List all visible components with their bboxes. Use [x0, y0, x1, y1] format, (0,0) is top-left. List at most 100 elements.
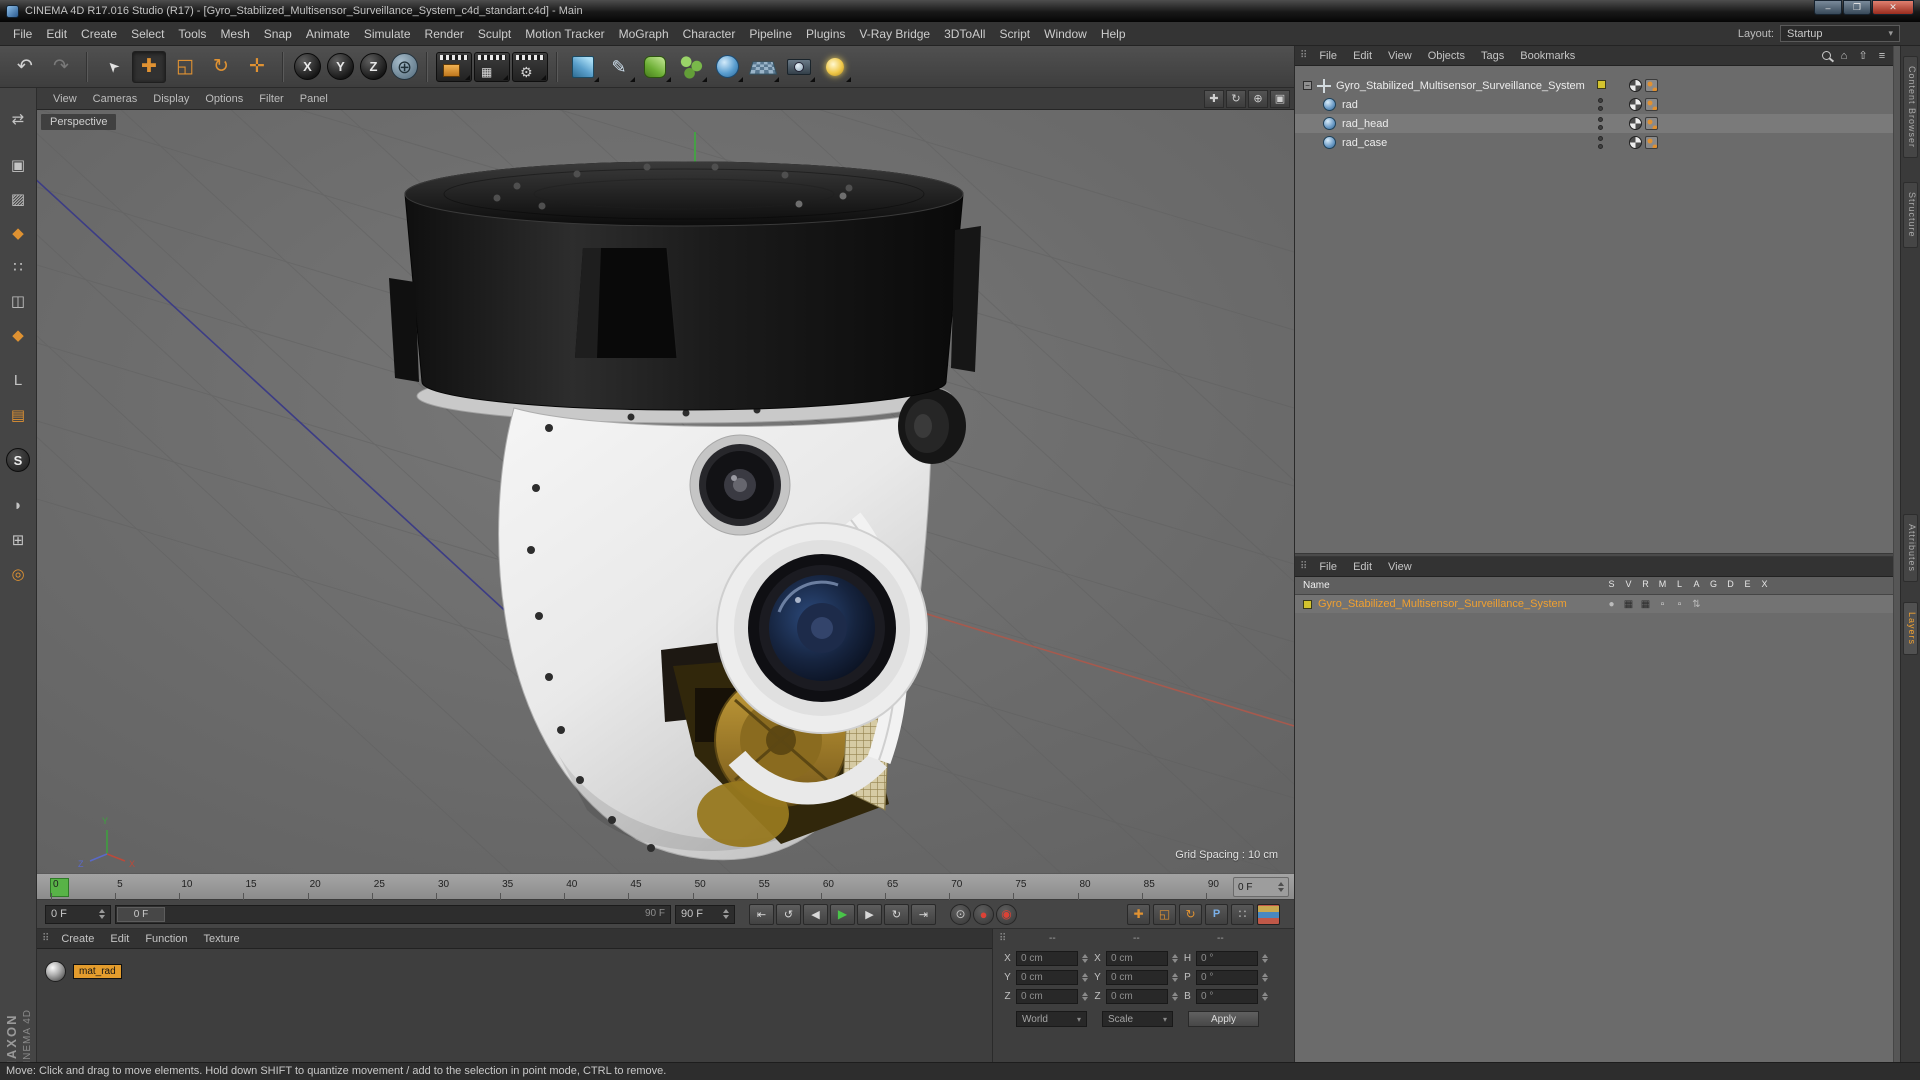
menu-item[interactable]: Edit: [39, 24, 74, 44]
panel-drag-handle[interactable]: ⠿: [1300, 561, 1307, 572]
rot-p-field[interactable]: 0 °: [1196, 970, 1258, 985]
object-row[interactable]: rad_case: [1295, 133, 1893, 152]
points-mode-icon[interactable]: ∷: [3, 254, 33, 279]
layer-lock-toggle[interactable]: ▫: [1671, 599, 1688, 610]
light-icon[interactable]: [818, 51, 852, 83]
paint-icon[interactable]: ◗: [3, 493, 33, 518]
menu-item[interactable]: Window: [1037, 24, 1094, 44]
layer-name[interactable]: Gyro_Stabilized_Multisensor_Surveillance…: [1318, 598, 1567, 610]
viewport-menu-item[interactable]: Cameras: [85, 91, 146, 107]
object-manager-menu-item[interactable]: Tags: [1473, 48, 1512, 64]
display-tag-icon[interactable]: [1645, 136, 1658, 149]
key-rotation-toggle[interactable]: ↻: [1179, 903, 1202, 925]
display-tag-icon[interactable]: [1645, 98, 1658, 111]
array-icon[interactable]: [674, 51, 708, 83]
workplane-mode-icon[interactable]: ◆: [3, 220, 33, 245]
rotate-tool-icon[interactable]: ↻: [204, 51, 238, 83]
play-button[interactable]: ▶: [830, 903, 855, 925]
texture-tag-icon[interactable]: [1629, 79, 1642, 92]
x-axis-lock[interactable]: X: [294, 53, 321, 80]
menu-item[interactable]: Create: [74, 24, 124, 44]
goto-end-button[interactable]: ⇥: [911, 903, 936, 925]
visibility-dots[interactable]: [1598, 98, 1603, 111]
panel-drag-handle[interactable]: ⠿: [42, 933, 49, 944]
solo-mode-icon[interactable]: S: [6, 448, 30, 472]
key-scale-toggle[interactable]: ◱: [1153, 903, 1176, 925]
search-icon[interactable]: [1822, 51, 1831, 60]
materials-menu-item[interactable]: Texture: [196, 931, 248, 947]
material-preview-sphere[interactable]: [45, 961, 66, 982]
menu-item[interactable]: Snap: [257, 24, 299, 44]
menu-item[interactable]: Render: [418, 24, 471, 44]
menu-item[interactable]: Simulate: [357, 24, 418, 44]
key-position-toggle[interactable]: ✚: [1127, 903, 1150, 925]
layer-view-toggle[interactable]: ▦: [1620, 599, 1637, 610]
start-frame-field[interactable]: 0 F: [45, 904, 111, 924]
layer-color-chip[interactable]: [1303, 599, 1312, 609]
layout-dropdown[interactable]: Startup ▾: [1780, 25, 1900, 42]
z-axis-lock[interactable]: Z: [360, 53, 387, 80]
menu-item[interactable]: Motion Tracker: [518, 24, 611, 44]
object-label[interactable]: rad_case: [1342, 137, 1387, 149]
object-label[interactable]: Gyro_Stabilized_Multisensor_Surveillance…: [1336, 80, 1585, 92]
redo-icon[interactable]: ↷: [44, 51, 78, 83]
timeline-ruler[interactable]: 0 5 10 15 20 25 30 35 40 45 50 55 60 65 70 75 80 85 90 0 F: [37, 873, 1294, 900]
menu-item[interactable]: File: [6, 24, 39, 44]
polygons-mode-icon[interactable]: ◆: [3, 322, 33, 347]
transform-mode-dropdown[interactable]: Scale ▾: [1102, 1011, 1173, 1027]
key-pla-toggle[interactable]: ∷: [1231, 903, 1254, 925]
menu-item[interactable]: Help: [1094, 24, 1133, 44]
menu-item[interactable]: Script: [992, 24, 1037, 44]
subdivision-surface-icon[interactable]: [638, 51, 672, 83]
menu-item[interactable]: V-Ray Bridge: [852, 24, 937, 44]
live-selection-icon[interactable]: ➤: [96, 51, 130, 83]
viewport-menu-item[interactable]: Options: [197, 91, 251, 107]
maximize-button[interactable]: ❐: [1843, 0, 1871, 15]
last-tool-icon[interactable]: ✛: [240, 51, 274, 83]
panel-drag-handle[interactable]: ⠿: [1300, 50, 1307, 61]
record-button[interactable]: ●: [973, 903, 994, 925]
layer-animation-toggle[interactable]: ⇅: [1688, 599, 1705, 610]
viewport-menu-item[interactable]: View: [45, 91, 85, 107]
lock-workplane-icon[interactable]: ⊞: [3, 527, 33, 552]
layer-row[interactable]: Gyro_Stabilized_Multisensor_Surveillance…: [1295, 595, 1900, 613]
frame-range-slider[interactable]: 0 F 90 F: [115, 904, 671, 924]
material-item[interactable]: mat_rad: [45, 961, 122, 982]
object-manager-menu-item[interactable]: Objects: [1420, 48, 1473, 64]
end-frame-field[interactable]: 90 F: [675, 904, 735, 924]
menu-item[interactable]: Select: [124, 24, 171, 44]
undo-icon[interactable]: ↶: [8, 51, 42, 83]
add-cube-icon[interactable]: [566, 51, 600, 83]
maximize-icon[interactable]: ▣: [1270, 89, 1290, 108]
layer-render-toggle[interactable]: ▦: [1637, 599, 1654, 610]
menu-item[interactable]: Sculpt: [471, 24, 518, 44]
options-icon[interactable]: ≡: [1876, 50, 1888, 62]
key-parameter-toggle[interactable]: P: [1205, 903, 1228, 925]
materials-menu-item[interactable]: Function: [137, 931, 195, 947]
object-row-selected[interactable]: rad_head: [1295, 114, 1893, 133]
tab-attributes[interactable]: Attributes: [1903, 514, 1918, 583]
expand-toggle[interactable]: −: [1303, 81, 1312, 90]
layer-color-chip[interactable]: [1597, 80, 1606, 89]
menu-item[interactable]: Tools: [171, 24, 213, 44]
menu-item[interactable]: 3DToAll: [937, 24, 992, 44]
model-mode-icon[interactable]: ▣: [3, 152, 33, 177]
pos-y-field[interactable]: 0 cm: [1016, 970, 1078, 985]
loop-button[interactable]: ↻: [884, 903, 909, 925]
size-y-field[interactable]: 0 cm: [1106, 970, 1168, 985]
edges-mode-icon[interactable]: ◫: [3, 288, 33, 313]
y-axis-lock[interactable]: Y: [327, 53, 354, 80]
autokey-button[interactable]: ◉: [996, 903, 1017, 925]
viewport-panel[interactable]: Y X Z Perspective Grid Spacing : 10 cm: [37, 110, 1294, 873]
rot-b-field[interactable]: 0 °: [1196, 989, 1258, 1004]
environment-icon[interactable]: [746, 51, 780, 83]
object-label[interactable]: rad_head: [1342, 118, 1389, 130]
apply-button[interactable]: Apply: [1188, 1011, 1259, 1027]
range-slider-handle[interactable]: 0 F: [117, 906, 165, 922]
object-row-root[interactable]: − Gyro_Stabilized_Multisensor_Surveillan…: [1295, 76, 1893, 95]
display-tag-icon[interactable]: [1645, 117, 1658, 130]
layer-manager-toggle[interactable]: ▫: [1654, 599, 1671, 610]
menu-item[interactable]: MoGraph: [612, 24, 676, 44]
menu-item[interactable]: Character: [676, 24, 743, 44]
menu-item[interactable]: Plugins: [799, 24, 852, 44]
